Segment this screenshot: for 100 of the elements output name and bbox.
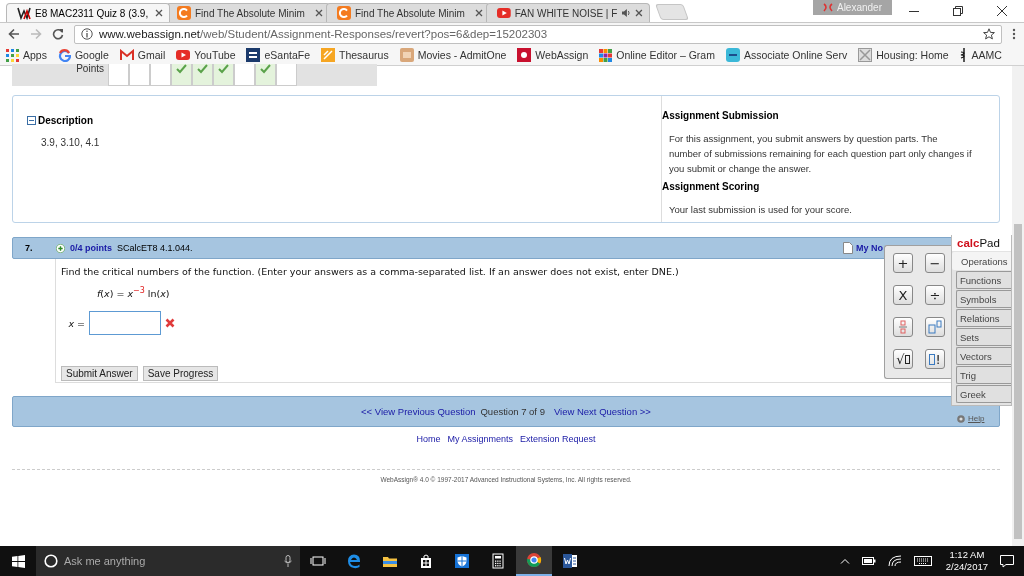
calcpad-title: calcPad bbox=[952, 235, 1011, 251]
square-icon bbox=[321, 48, 336, 62]
footer-link[interactable]: My Assignments bbox=[447, 434, 513, 444]
footer-link[interactable]: Extension Request bbox=[520, 434, 596, 444]
square-icon bbox=[399, 48, 414, 62]
bookmark[interactable]: YouTube bbox=[176, 48, 236, 62]
category-tab[interactable]: Relations bbox=[956, 309, 1011, 327]
browser-icon bbox=[346, 553, 362, 569]
calc-key[interactable] bbox=[925, 317, 945, 337]
notification-icon[interactable] bbox=[1000, 554, 1014, 568]
document-icon bbox=[562, 553, 578, 569]
address-bar[interactable]: www.webassign.net/web/Student/Assignment-Responses/revert?pos=6&dep=15202303 bbox=[74, 24, 1002, 44]
grid-icon bbox=[6, 48, 19, 62]
info-icon bbox=[81, 28, 93, 40]
check-icon bbox=[176, 64, 187, 74]
scrollbar[interactable] bbox=[1012, 66, 1024, 546]
search-field[interactable]: Ask me anything bbox=[36, 546, 300, 576]
bookmark[interactable]: Google bbox=[57, 48, 109, 62]
category-tab[interactable]: Vectors bbox=[956, 347, 1011, 365]
calc-key[interactable]: ÷ bbox=[925, 285, 945, 305]
close-icon[interactable] bbox=[155, 9, 163, 17]
task-view-icon bbox=[310, 553, 326, 569]
battery-icon[interactable] bbox=[861, 557, 876, 565]
favicon-icon bbox=[337, 6, 351, 20]
help-link[interactable]: Help bbox=[968, 414, 985, 423]
close-icon[interactable] bbox=[635, 9, 643, 17]
bookmark[interactable]: Thesaurus bbox=[321, 48, 389, 62]
question-points: 0/4 points bbox=[70, 243, 112, 253]
category-tab[interactable]: Trig bbox=[956, 366, 1011, 384]
keyboard-icon[interactable] bbox=[913, 556, 932, 566]
clock[interactable]: 1:12 AM 2/24/2017 bbox=[945, 549, 988, 573]
bookmark[interactable]: Associate Online Serv bbox=[725, 48, 848, 62]
help-icon bbox=[957, 414, 965, 423]
previous-question-link[interactable]: << View Previous Question bbox=[361, 406, 476, 417]
bookmark[interactable]: Online Editor – Gram bbox=[599, 48, 715, 62]
calc-key[interactable]: √ bbox=[893, 349, 913, 369]
section-text: Your last submission is used for your score. bbox=[668, 203, 853, 217]
category-tab[interactable]: Operations bbox=[952, 252, 1011, 270]
favicon-icon bbox=[17, 6, 31, 20]
staff-icon bbox=[959, 48, 968, 62]
url-text: www.webassign.net/web/Student/Assignment-Responses/revert?pos=6&dep=15202303 bbox=[99, 28, 548, 40]
back-arrow-icon[interactable] bbox=[8, 28, 20, 40]
search-icon bbox=[44, 554, 58, 568]
wifi-icon[interactable] bbox=[887, 555, 902, 567]
box-icon bbox=[929, 353, 936, 365]
star-icon[interactable] bbox=[983, 28, 995, 40]
plus-icon[interactable] bbox=[56, 243, 65, 253]
close-icon[interactable] bbox=[315, 9, 323, 17]
footer-link[interactable]: Home bbox=[416, 434, 441, 444]
square-icon bbox=[517, 48, 532, 62]
answer-field[interactable] bbox=[89, 311, 161, 336]
bookmark[interactable]: WebAssign bbox=[517, 48, 589, 62]
calc-key[interactable]: − bbox=[925, 253, 945, 273]
answer-label: x = bbox=[67, 317, 85, 329]
question-position: Question 7 of 9 bbox=[480, 406, 545, 417]
bookmark[interactable]: Apps bbox=[6, 48, 47, 62]
menu-icon[interactable] bbox=[1012, 28, 1016, 40]
calc-key[interactable]: X bbox=[893, 285, 913, 305]
square-icon bbox=[246, 48, 261, 62]
section-title: Assignment Submission bbox=[662, 110, 780, 121]
shield-icon bbox=[454, 553, 470, 569]
bookmark[interactable]: AAMC bbox=[959, 48, 1002, 62]
question-source: SCalcET8 4.1.044. bbox=[117, 243, 193, 253]
close-icon[interactable] bbox=[475, 9, 483, 17]
bookmark[interactable]: Housing: Home bbox=[858, 48, 949, 62]
category-tab[interactable]: Greek bbox=[956, 385, 1011, 403]
action-button[interactable]: Save Progress bbox=[142, 366, 219, 382]
check-icon bbox=[218, 64, 229, 74]
check-icon bbox=[197, 64, 208, 74]
calc-key[interactable] bbox=[893, 317, 913, 337]
description-title: Description bbox=[38, 115, 93, 126]
category-tab[interactable]: Symbols bbox=[956, 290, 1011, 308]
bookmark[interactable]: Gmail bbox=[119, 49, 166, 61]
collapse-icon[interactable] bbox=[27, 116, 36, 125]
bookmark[interactable]: Movies - AdmitOne bbox=[399, 48, 507, 62]
play-icon bbox=[176, 48, 191, 62]
shopping-bag-icon bbox=[418, 553, 434, 569]
next-question-link[interactable]: View Next Question >> bbox=[553, 406, 651, 417]
taskbar-button[interactable] bbox=[516, 546, 552, 576]
tab-title: E8 MAC2311 Quiz 8 (3.9, bbox=[35, 7, 150, 19]
exponent-icon bbox=[928, 320, 942, 334]
formula: f(x) = x$^{−3}$ ln(x) bbox=[97, 286, 170, 300]
notes-link[interactable]: My No bbox=[856, 243, 883, 253]
calc-key[interactable]: + bbox=[893, 253, 913, 273]
section-text: For this assignment, you submit answers by question parts. The number of submissions remaining for each question part only changes if you submit or change the answer. bbox=[668, 132, 973, 176]
windows-logo-icon[interactable] bbox=[11, 554, 25, 568]
question-number: 7. bbox=[25, 243, 34, 253]
category-tab[interactable]: Functions bbox=[956, 271, 1011, 289]
browser-tab[interactable]: E8 MAC2311 Quiz 8 (3.9, bbox=[6, 3, 170, 22]
calc-key[interactable]: ! bbox=[925, 349, 945, 369]
browser-tab[interactable]: FAN WHITE NOISE | F bbox=[486, 3, 650, 22]
browser-icon bbox=[526, 552, 542, 568]
chevron-up-icon[interactable] bbox=[839, 558, 850, 564]
action-button[interactable]: Submit Answer bbox=[61, 366, 138, 382]
microphone-icon[interactable] bbox=[284, 555, 292, 567]
bookmark[interactable]: eSantaFe bbox=[246, 48, 311, 62]
square-icon bbox=[725, 48, 740, 62]
tab-title: Find The Absolute Minim bbox=[195, 7, 306, 19]
category-tab[interactable]: Sets bbox=[956, 328, 1011, 346]
reload-icon[interactable] bbox=[52, 28, 64, 40]
